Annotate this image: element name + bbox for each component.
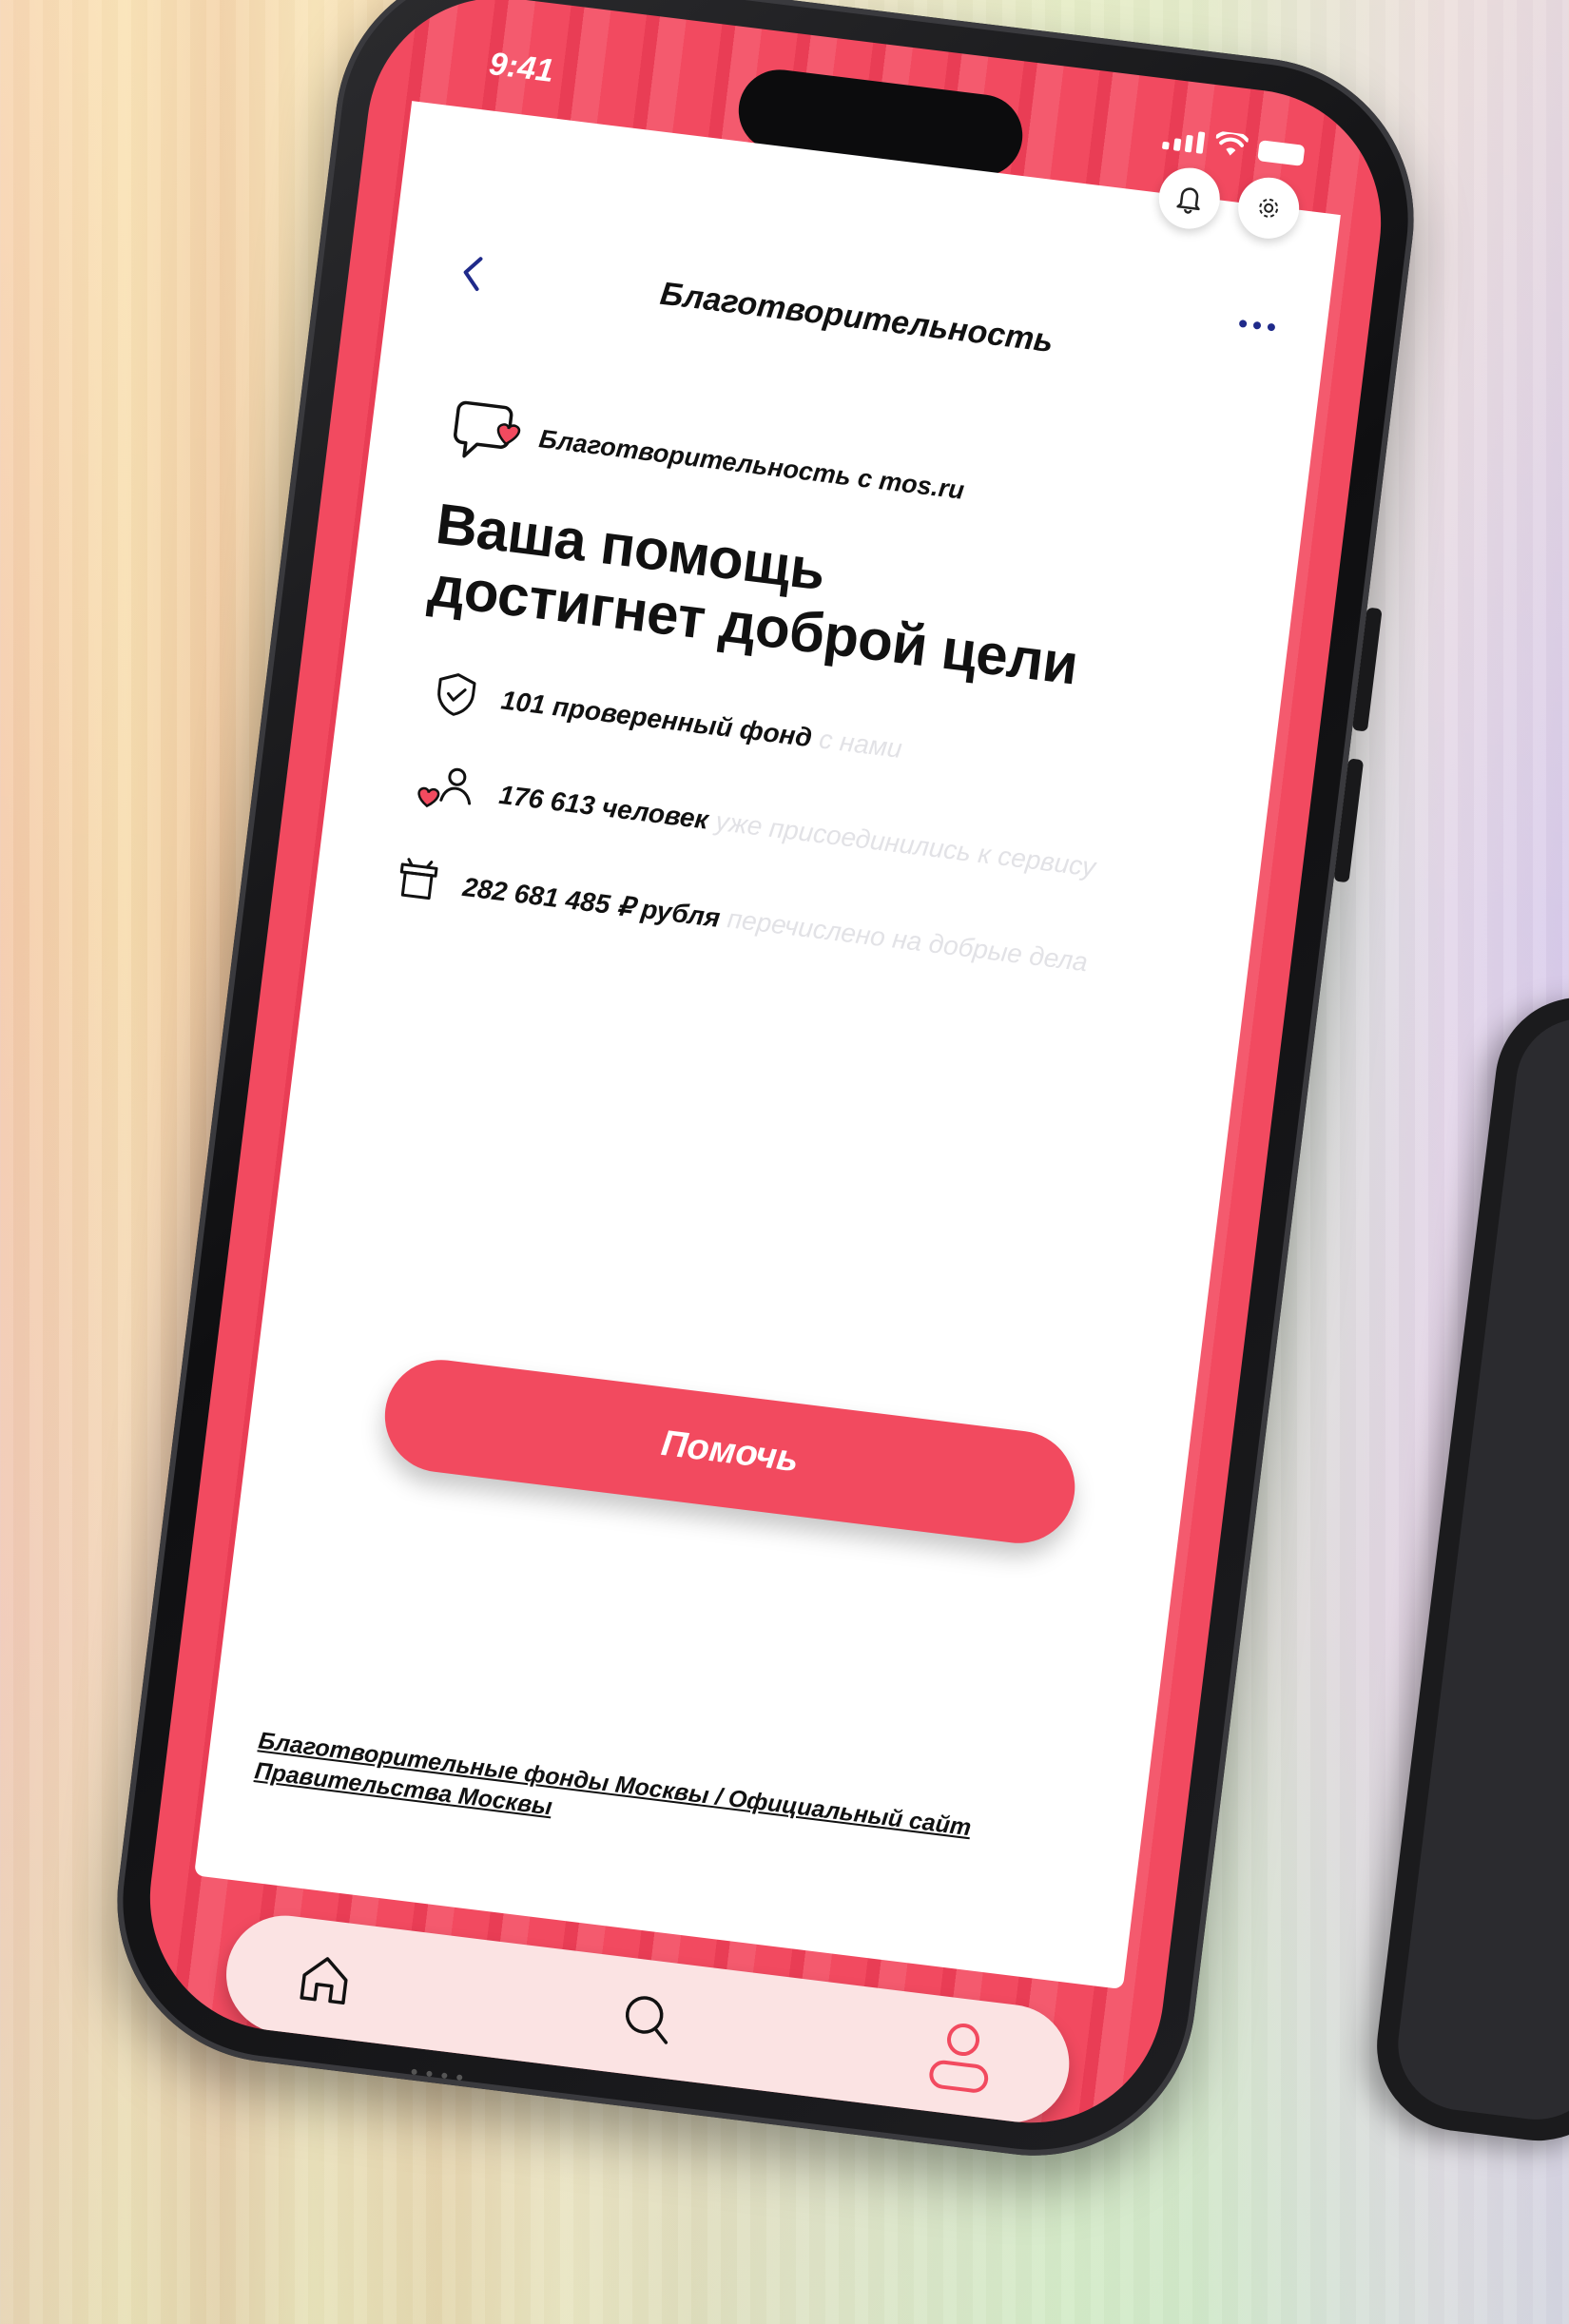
status-time: 9:41 xyxy=(487,45,556,89)
battery-icon xyxy=(1257,140,1306,166)
more-dots-icon xyxy=(1238,319,1248,328)
wifi-icon xyxy=(1214,130,1249,156)
stat-funds-caption: с нами xyxy=(817,724,904,764)
help-button[interactable]: Помочь xyxy=(378,1353,1082,1550)
status-icons xyxy=(1161,125,1306,166)
stat-people-value: 176 613 человек xyxy=(497,779,710,835)
tab-search[interactable] xyxy=(601,1972,694,2065)
tab-home[interactable] xyxy=(279,1933,372,2026)
headline: Ваша помощь достигнет доброй цели xyxy=(425,492,1089,697)
stat-people-caption: уже присоединились к сервису xyxy=(713,805,1097,882)
page-title: Благотворительность xyxy=(658,275,1056,360)
gear-icon xyxy=(1259,198,1279,218)
box-icon xyxy=(399,858,438,901)
stat-money-value: 282 681 485 ₽ рубля xyxy=(461,871,723,933)
stat-row-funds: 101 проверенный фонд с нами xyxy=(433,669,905,772)
shield-check-icon xyxy=(437,673,476,716)
tab-profile[interactable] xyxy=(915,2011,1008,2104)
content-card: Благотворительность Благотворительность … xyxy=(194,101,1341,1990)
more-button[interactable] xyxy=(1238,319,1276,332)
home-icon xyxy=(300,1957,348,2005)
chat-heart-icon xyxy=(454,400,521,458)
signal-icon xyxy=(1161,127,1206,154)
profile-icon xyxy=(929,2024,989,2093)
heart-person-icon xyxy=(417,767,472,808)
brand-label: Благотворительность с mos.ru xyxy=(537,423,966,505)
search-icon xyxy=(625,1996,668,2044)
stat-funds-value: 101 проверенный фонд xyxy=(499,685,814,753)
footer-source-link[interactable]: Благотворительные фонды Москвы / Официал… xyxy=(253,1725,1035,1880)
bell-icon xyxy=(1176,187,1200,214)
stat-money-caption: перечислено на добрые дела xyxy=(726,903,1090,978)
